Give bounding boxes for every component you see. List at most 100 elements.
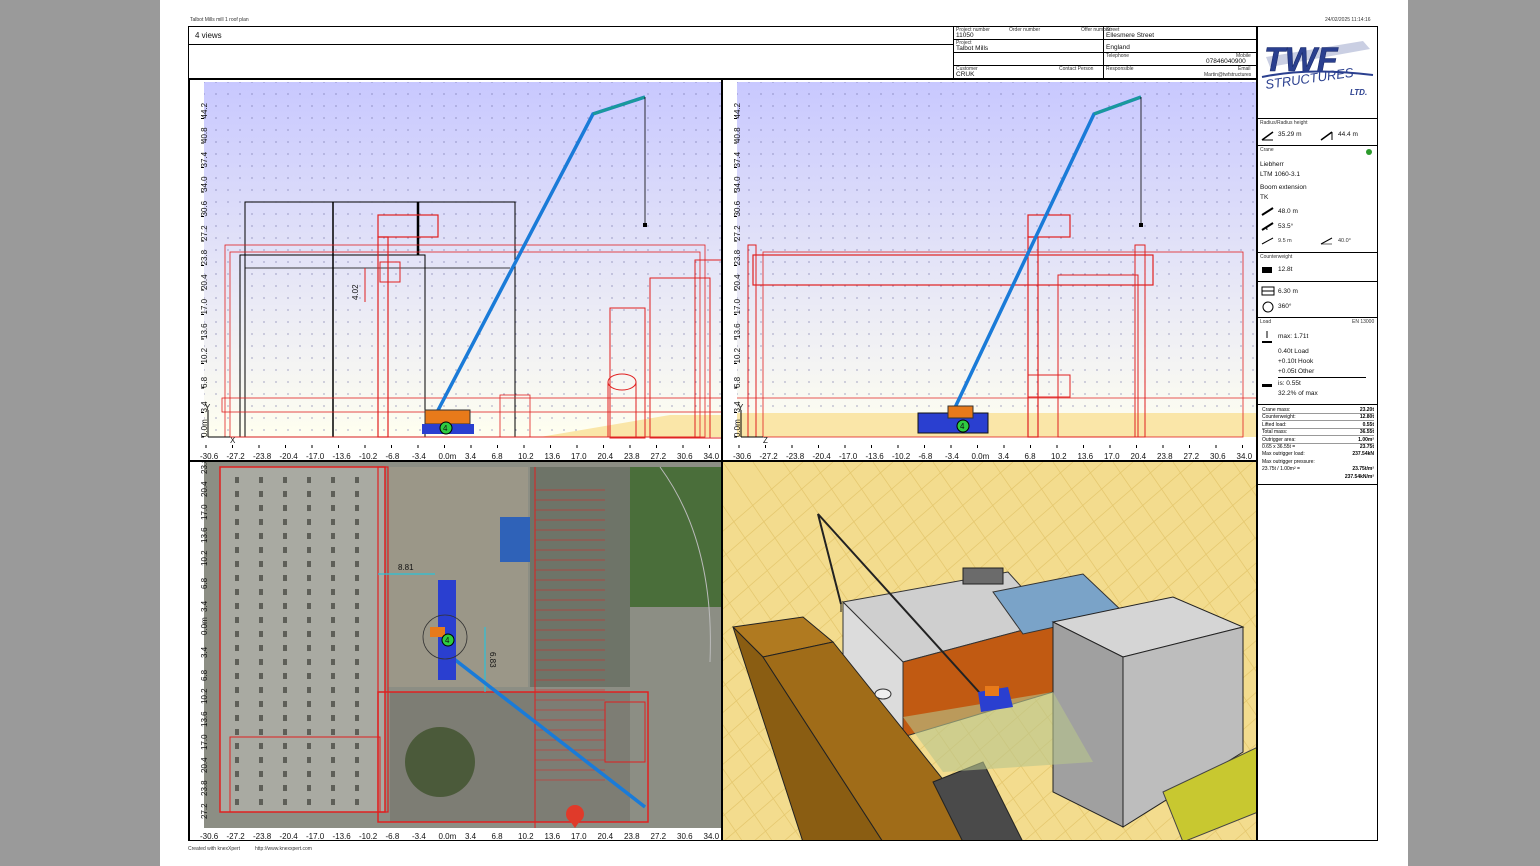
x-tick-label: 6.8 <box>1025 452 1037 461</box>
roof-skylight <box>235 589 239 595</box>
x-tick-label: 34.0 <box>704 832 720 841</box>
roof-skylight <box>331 701 335 707</box>
plan-canvas[interactable]: 8.81 6.83 4 23.8 20.4 17.0 13.6 10.2 6.8 3.4 0.0m 3… <box>190 462 722 841</box>
x-tick-label: 27.2 <box>651 832 667 841</box>
roof-skylight <box>283 519 287 525</box>
crane-body-3d <box>985 686 999 696</box>
footer-url[interactable]: http://www.knexxpert.com <box>255 846 312 852</box>
crane-maker: Liebherr <box>1260 161 1284 168</box>
dimension-label-1: 8.81 <box>398 563 414 572</box>
load-percent: 32.2% of max <box>1278 390 1318 397</box>
jib-angle: 40.0° <box>1338 238 1351 244</box>
roof-skylight <box>283 603 287 609</box>
project-cell: Project Talbot Mills <box>954 40 1104 53</box>
roof-skylight <box>355 505 359 511</box>
counterweight-cell: Counterweight 12.8t <box>1258 253 1378 282</box>
x-tick-label: -10.2 <box>359 452 378 461</box>
roof-skylight <box>283 631 287 637</box>
email: Martin@twfstructures <box>1204 72 1252 78</box>
elevation-view-right[interactable]: 4 Z Y 0.0m 3.4 6.8 10.2 13.6 17.0 20.4 23.8 27.2 30.… <box>722 79 1257 461</box>
roof-skylight <box>283 617 287 623</box>
elevation-canvas-right[interactable]: 4ZY0.0m3.46.810.213.617.020.423.827.230.… <box>723 80 1257 461</box>
project-number: 11050 <box>956 32 974 39</box>
roof-skylight <box>307 519 311 525</box>
views-label: 4 views <box>195 31 222 40</box>
roof-skylight <box>283 757 287 763</box>
y-tick-label: 17.0 <box>200 734 209 750</box>
roof-skylight <box>307 505 311 511</box>
blank-cell <box>954 53 1104 66</box>
x-tick-label: 3.4 <box>465 452 477 461</box>
x-tick-label: -10.2 <box>892 452 911 461</box>
mass-label: Crane mass: <box>1262 407 1291 413</box>
roof-skylight <box>235 785 239 791</box>
x-tick-label: -13.6 <box>333 452 352 461</box>
boom-angle: 53.5° <box>1278 223 1294 230</box>
roof-skylight <box>307 645 311 651</box>
x-tick-label: -13.6 <box>866 452 885 461</box>
y-tick-label: 6.8 <box>200 669 209 681</box>
mass-label: Counterweight: <box>1262 414 1296 421</box>
y-tick-label: 0.0m <box>200 617 209 635</box>
x-tick-label: -17.0 <box>306 832 325 841</box>
x-tick-label: 30.6 <box>677 832 693 841</box>
roof-skylight <box>283 729 287 735</box>
roof-skylight <box>355 519 359 525</box>
x-tick-label: 0.0m <box>439 832 457 841</box>
roof-skylight <box>307 701 311 707</box>
roof-plant <box>962 567 1004 585</box>
roof-skylight <box>259 687 263 693</box>
roof-skylight <box>235 701 239 707</box>
perspective-canvas[interactable] <box>723 462 1257 841</box>
roof-skylight <box>307 603 311 609</box>
roof-skylight <box>307 477 311 483</box>
roof-skylight <box>355 603 359 609</box>
jib-length: 9.5 m <box>1278 238 1292 244</box>
roof-skylight <box>259 505 263 511</box>
x-tick-label: 30.6 <box>1210 452 1226 461</box>
x-tick-label: -27.2 <box>227 452 246 461</box>
elevation-canvas-left[interactable]: 4.024XY0.0m3.46.810.213.617.020.423.827.… <box>190 80 722 461</box>
y-tick-label: 0.0m <box>733 419 742 437</box>
roof-skylight <box>259 589 263 595</box>
x-tick-label: -17.0 <box>839 452 858 461</box>
country: England <box>1106 44 1130 51</box>
roof-skylight <box>355 477 359 483</box>
axis-x-label: X <box>230 436 236 445</box>
roof-skylight <box>283 561 287 567</box>
y-tick-label: 10.2 <box>733 347 742 363</box>
x-tick-label: 20.4 <box>598 452 614 461</box>
y-tick-label: 20.4 <box>733 274 742 290</box>
plan-view[interactable]: 8.81 6.83 4 23.8 20.4 17.0 13.6 10.2 6.8 3.4 0.0m 3… <box>189 461 722 841</box>
y-tick-label: 23.8 <box>200 249 209 265</box>
roof-skylight <box>283 645 287 651</box>
y-tick-label: 0.0m <box>200 419 209 437</box>
roof-skylight <box>331 771 335 777</box>
roof-skylight <box>331 785 335 791</box>
roof-skylight <box>259 645 263 651</box>
x-tick-label: -20.4 <box>280 452 299 461</box>
roof-skylight <box>331 729 335 735</box>
roof-skylight <box>307 533 311 539</box>
roof-skylight <box>235 687 239 693</box>
load-line: 0.40t Load <box>1278 348 1309 355</box>
roof-skylight <box>283 687 287 693</box>
perspective-view[interactable] <box>722 461 1257 841</box>
dimension-label-2: 6.83 <box>488 652 497 668</box>
roof-skylight <box>331 687 335 693</box>
x-tick-label: -27.2 <box>227 832 246 841</box>
roof-skylight <box>235 715 239 721</box>
other-line: +0.05t Other <box>1278 368 1315 375</box>
elevation-view-left[interactable]: 4.02 4 X Y 0.0m 3.4 6.8 10.2 13.6 17.0 20.4 23.8 27.… <box>189 79 722 461</box>
height-value: 44.4 m <box>1338 131 1358 138</box>
roof-skylight <box>259 673 263 679</box>
axis-z-label: Z <box>763 436 768 445</box>
y-tick-label: 37.4 <box>733 151 742 167</box>
roof-skylight <box>259 617 263 623</box>
roof-skylight <box>307 799 311 805</box>
x-tick-label: 13.6 <box>545 832 561 841</box>
y-tick-label: 3.4 <box>733 401 742 413</box>
x-tick-label: 17.0 <box>1104 452 1120 461</box>
y-tick-label: 6.8 <box>733 376 742 388</box>
roof-skylight <box>355 491 359 497</box>
